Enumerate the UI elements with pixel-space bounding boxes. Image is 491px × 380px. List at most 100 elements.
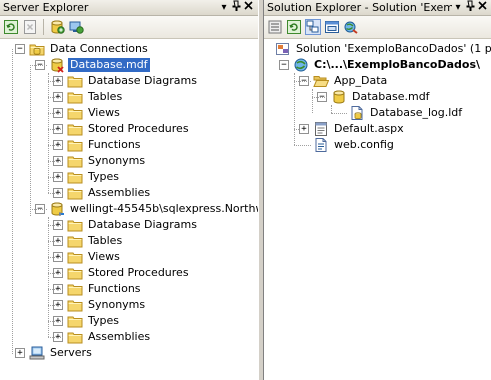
tree-connector — [48, 337, 63, 338]
solution-explorer-toolbar — [264, 16, 491, 39]
tree-item-assemblies[interactable]: Assemblies — [67, 329, 152, 345]
tree-item-synonyms[interactable]: Synonyms — [67, 153, 147, 169]
tree-item-default-aspx[interactable]: Default.aspx — [313, 121, 406, 137]
log-file-icon — [349, 105, 365, 121]
tree-item-app-data[interactable]: App_Data — [313, 73, 389, 89]
folder-icon — [67, 297, 83, 313]
refresh-icon[interactable] — [3, 19, 19, 35]
tree-item-data-connections[interactable]: Data Connections — [29, 41, 150, 57]
tree-connector — [30, 65, 31, 216]
tree-item-database-diagrams-label: Database Diagrams — [88, 218, 197, 231]
tree-item-tables-label: Tables — [88, 90, 123, 103]
tree-connector — [48, 81, 63, 82]
tree-item-database-diagrams-label: Database Diagrams — [88, 74, 197, 87]
expand-toggle[interactable]: + — [299, 124, 309, 134]
tree-item-stored-procedures[interactable]: Stored Procedures — [67, 121, 191, 137]
toolbar-separator — [43, 19, 44, 35]
folder-icon — [67, 89, 83, 105]
tree-connector — [294, 145, 311, 146]
auto-hide-pin-icon[interactable] — [230, 0, 242, 15]
auto-hide-pin-icon[interactable] — [464, 0, 476, 15]
collapse-toggle[interactable]: − — [279, 60, 289, 70]
tree-item-tables[interactable]: Tables — [67, 233, 124, 249]
tree-connector — [48, 273, 63, 274]
folder-icon — [67, 185, 83, 201]
tree-item-functions[interactable]: Functions — [67, 137, 143, 153]
server-explorer-toolbar — [0, 16, 258, 39]
tree-connector — [294, 81, 311, 82]
tree-connector — [48, 217, 49, 337]
database-connection-icon — [49, 201, 65, 217]
tree-item-functions-label: Functions — [88, 282, 141, 295]
tree-connector — [48, 305, 63, 306]
refresh-icon[interactable] — [286, 19, 302, 35]
folder-icon — [67, 169, 83, 185]
tree-item-northwind[interactable]: wellingt-45545b\sqlexpress.Northwind — [49, 201, 258, 217]
tree-item-tables[interactable]: Tables — [67, 89, 124, 105]
tree-connector — [48, 321, 63, 322]
tree-item-solution-label: Solution 'ExemploBancoDados' (1 project) — [296, 42, 491, 55]
window-position-dropdown-icon[interactable]: ▾ — [452, 2, 464, 14]
data-connections-icon — [29, 41, 45, 57]
window-position-dropdown-icon[interactable]: ▾ — [218, 2, 230, 14]
server-explorer-titlebar: Server Explorer ▾ — [0, 0, 258, 16]
solution-explorer-titlebar: Solution Explorer - Solution 'Exem... ▾ — [264, 0, 491, 16]
website-icon — [293, 57, 309, 73]
folder-icon — [67, 73, 83, 89]
tree-item-views[interactable]: Views — [67, 105, 122, 121]
expand-toggle[interactable]: + — [15, 348, 25, 358]
tree-item-synonyms[interactable]: Synonyms — [67, 297, 147, 313]
tree-item-default-aspx-label: Default.aspx — [334, 122, 404, 135]
solution-explorer-panel: Solution Explorer - Solution 'Exem... ▾ … — [264, 0, 491, 380]
tree-connector — [48, 129, 63, 130]
tree-connector — [30, 65, 47, 66]
connect-to-database-icon[interactable] — [49, 19, 65, 35]
tree-item-website[interactable]: C:\...\ExemploBancoDados\ — [293, 57, 482, 73]
tree-item-assemblies[interactable]: Assemblies — [67, 185, 152, 201]
tree-item-database-log[interactable]: Database_log.ldf — [349, 105, 464, 121]
view-designer-icon[interactable] — [324, 19, 340, 35]
tree-item-database-mdf[interactable]: Database.mdf — [49, 57, 150, 73]
tree-item-northwind-label: wellingt-45545b\sqlexpress.Northwind — [70, 202, 258, 215]
collapse-toggle[interactable]: − — [15, 44, 25, 54]
close-icon[interactable] — [476, 1, 488, 14]
copy-website-icon[interactable] — [343, 19, 359, 35]
folder-icon — [67, 153, 83, 169]
tree-item-views-label: Views — [88, 250, 120, 263]
server-explorer-title: Server Explorer — [3, 1, 89, 14]
tree-item-servers[interactable]: Servers — [29, 345, 94, 361]
tree-item-database-diagrams[interactable]: Database Diagrams — [67, 73, 199, 89]
close-icon[interactable] — [242, 1, 254, 14]
tree-item-assemblies-label: Assemblies — [88, 330, 151, 343]
tree-connector — [48, 97, 63, 98]
connect-to-server-icon[interactable] — [68, 19, 84, 35]
tree-item-web-config[interactable]: web.config — [313, 137, 396, 153]
properties-icon[interactable] — [267, 19, 283, 35]
database-error-icon — [49, 57, 65, 73]
database-file-icon — [331, 89, 347, 105]
tree-item-web-config-label: web.config — [334, 138, 394, 151]
config-file-icon — [313, 137, 329, 153]
aspx-page-icon — [313, 121, 329, 137]
servers-icon — [29, 345, 45, 361]
tree-item-synonyms-label: Synonyms — [88, 154, 146, 167]
tree-connector — [48, 289, 63, 290]
tree-item-stored-procedures[interactable]: Stored Procedures — [67, 265, 191, 281]
stop-icon[interactable] — [22, 19, 38, 35]
nest-related-files-icon[interactable] — [305, 19, 321, 35]
tree-item-functions-label: Functions — [88, 138, 141, 151]
folder-icon — [67, 217, 83, 233]
tree-connector — [48, 161, 63, 162]
tree-item-solution[interactable]: Solution 'ExemploBancoDados' (1 project) — [275, 41, 491, 57]
tree-item-types[interactable]: Types — [67, 169, 121, 185]
tree-connector — [30, 209, 47, 210]
tree-item-functions[interactable]: Functions — [67, 281, 143, 297]
tree-item-views[interactable]: Views — [67, 249, 122, 265]
tree-item-types[interactable]: Types — [67, 313, 121, 329]
solution-explorer-title: Solution Explorer - Solution 'Exem... — [267, 1, 452, 14]
tree-item-database-mdf[interactable]: Database.mdf — [331, 89, 432, 105]
folder-icon — [67, 137, 83, 153]
tree-item-database-diagrams[interactable]: Database Diagrams — [67, 217, 199, 233]
tree-connector — [48, 257, 63, 258]
tree-item-tables-label: Tables — [88, 234, 123, 247]
